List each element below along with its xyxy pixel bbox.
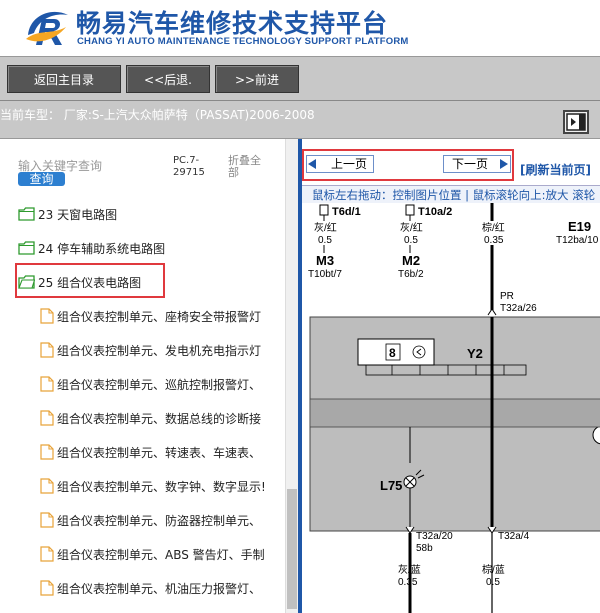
- document-icon: [40, 410, 54, 426]
- label-wire-brown-red: 棕/红: [482, 221, 505, 234]
- file-label: 组合仪表控制单元、ABS 警告灯、手制: [57, 547, 265, 562]
- label-y2: Y2: [467, 346, 483, 361]
- file-label: 组合仪表控制单元、数字钟、数字显示!: [57, 479, 266, 494]
- document-icon: [40, 342, 54, 358]
- pc-info: PC.7-29715: [173, 155, 205, 178]
- collapse-all-link[interactable]: 折叠全部: [228, 155, 270, 179]
- tree-file[interactable]: 组合仪表控制单元、ABS 警告灯、手制: [40, 539, 288, 569]
- document-icon: [40, 376, 54, 392]
- label-t10a2: T10a/2: [418, 206, 452, 218]
- tree-pane: 输入关键字查询 查询 PC.7-29715 折叠全部 23 天窗电路图 24 停…: [0, 139, 298, 613]
- tree-file[interactable]: 组合仪表控制单元、数据总线的诊断接: [40, 403, 288, 433]
- label-t12ba10: T12ba/10: [556, 235, 599, 246]
- tree-file[interactable]: 组合仪表控制单元、防盗器控制单元、: [40, 505, 288, 535]
- wire-brown-blue: T32a/4 棕/蓝 0.5: [482, 526, 530, 613]
- document-icon: [40, 580, 54, 596]
- pager-bar: 上一页 下一页 [刷新当前页]: [302, 139, 600, 185]
- wiring-diagram[interactable]: T6d/1 灰/红 0.5 M3 T10bt/7 T10a/2 灰/红 0.5 …: [302, 203, 600, 613]
- tree-folder[interactable]: 24 停车辅助系统电路图: [18, 233, 288, 263]
- scrollbar-thumb[interactable]: [287, 489, 297, 609]
- tree-file[interactable]: 组合仪表控制单元、机油压力报警灯、: [40, 573, 288, 603]
- panel-toggle-icon: [566, 113, 586, 131]
- refresh-page-link[interactable]: [刷新当前页]: [520, 161, 591, 178]
- file-label: 组合仪表控制单元、巡航控制报警灯、: [57, 377, 262, 392]
- label-w05-1: 0.5: [318, 235, 332, 246]
- folder-icon: [18, 241, 35, 255]
- document-icon: [40, 546, 54, 562]
- document-icon: [40, 444, 54, 460]
- label-w035-low: 0.35: [398, 577, 418, 588]
- label-w05-2: 0.5: [404, 235, 418, 246]
- tree-file[interactable]: 组合仪表控制单元、转速表、车速表、: [40, 437, 288, 467]
- usage-hint: 鼠标左右拖动：控制图片位置 | 鼠标滚轮向上:放大 滚轮: [302, 185, 600, 203]
- connector-e19: E19 T12ba/10: [556, 219, 599, 246]
- label-pr: PR: [500, 291, 514, 302]
- tree-file[interactable]: 组合仪表控制单元、数字钟、数字显示!: [40, 471, 288, 501]
- current-car-label: 当前车型： 厂家:S-上汽大众帕萨特（PASSAT)2006-2008: [0, 108, 315, 122]
- forward-button[interactable]: >>前进: [215, 65, 299, 93]
- label-t10bt7: T10bt/7: [308, 269, 342, 280]
- selected-folder-highlight: [15, 263, 165, 298]
- car-type-bar: 当前车型： 厂家:S-上汽大众帕萨特（PASSAT)2006-2008: [0, 101, 600, 139]
- label-58b: 58b: [416, 543, 433, 554]
- document-icon: [40, 478, 54, 494]
- tree-folder[interactable]: 23 天窗电路图: [18, 199, 288, 229]
- label-t6b2: T6b/2: [398, 269, 424, 280]
- document-icon: [40, 308, 54, 324]
- tree-scrollbar[interactable]: [285, 139, 298, 613]
- search-button[interactable]: 查询: [18, 172, 65, 186]
- label-l75: L75: [380, 478, 402, 493]
- tree-file[interactable]: 组合仪表控制单元、巡航控制报警灯、: [40, 369, 288, 399]
- app-title: 畅易汽车维修技术支持平台: [76, 9, 389, 38]
- file-label: 组合仪表控制单元、数据总线的诊断接: [57, 411, 262, 426]
- label-wire-brown-blue: 棕/蓝: [482, 563, 505, 576]
- folder-label: 24 停车辅助系统电路图: [38, 241, 166, 256]
- tree-file[interactable]: 组合仪表控制单元、发电机充电指示灯: [40, 335, 288, 365]
- label-w05-low: 0.5: [486, 577, 500, 588]
- label-m2: M2: [402, 253, 420, 268]
- diagram-pane: 上一页 下一页 [刷新当前页] 鼠标左右拖动：控制图片位置 | 鼠标滚轮向上:放…: [302, 139, 600, 613]
- app-subtitle: CHANG YI AUTO MAINTENANCE TECHNOLOGY SUP…: [77, 36, 409, 47]
- nav-bar: 返回主目录 <<后退. >>前进: [0, 56, 600, 101]
- folder-label: 23 天窗电路图: [38, 207, 118, 222]
- label-e19: E19: [568, 219, 591, 234]
- toggle-panel-button[interactable]: [563, 110, 589, 134]
- bus-strip: [309, 398, 600, 428]
- wire-gray-blue: T32a/20 58b 灰/蓝 0.35: [398, 526, 453, 613]
- label-t32a20: T32a/20: [416, 531, 453, 542]
- file-label: 组合仪表控制单元、防盗器控制单元、: [57, 513, 262, 528]
- logo-icon: [26, 11, 68, 45]
- label-t32a4: T32a/4: [498, 531, 530, 542]
- back-button[interactable]: <<后退.: [126, 65, 210, 93]
- label-wire-gray-blue: 灰/蓝: [398, 563, 421, 576]
- home-button[interactable]: 返回主目录: [7, 65, 121, 93]
- label-wire-gray-red-1: 灰/红: [314, 221, 337, 234]
- file-label: 组合仪表控制单元、发电机充电指示灯: [57, 343, 262, 358]
- label-t6d: T6d/1: [332, 206, 361, 218]
- label-m3: M3: [316, 253, 334, 268]
- svg-text:8: 8: [389, 346, 396, 360]
- app-header: 畅易汽车维修技术支持平台 CHANG YI AUTO MAINTENANCE T…: [0, 0, 600, 56]
- pager-highlight: [302, 149, 514, 181]
- file-label: 组合仪表控制单元、机油压力报警灯、: [57, 581, 262, 596]
- file-label: 组合仪表控制单元、转速表、车速表、: [57, 445, 262, 460]
- label-wire-gray-red-2: 灰/红: [400, 221, 423, 234]
- label-w035-top: 0.35: [484, 235, 504, 246]
- folder-icon: [18, 207, 35, 221]
- connector-t6d: T6d/1 灰/红 0.5 M3 T10bt/7: [308, 204, 361, 280]
- tree-file[interactable]: 组合仪表控制单元、座椅安全带报警灯: [40, 301, 288, 331]
- label-t32a26: T32a/26: [500, 303, 537, 314]
- connector-t10a2: T10a/2 灰/红 0.5 M2 T6b/2: [398, 204, 452, 280]
- wire-brown-red: 棕/红 0.35 PR T32a/26: [482, 203, 537, 316]
- file-label: 组合仪表控制单元、座椅安全带报警灯: [57, 309, 262, 324]
- document-icon: [40, 512, 54, 528]
